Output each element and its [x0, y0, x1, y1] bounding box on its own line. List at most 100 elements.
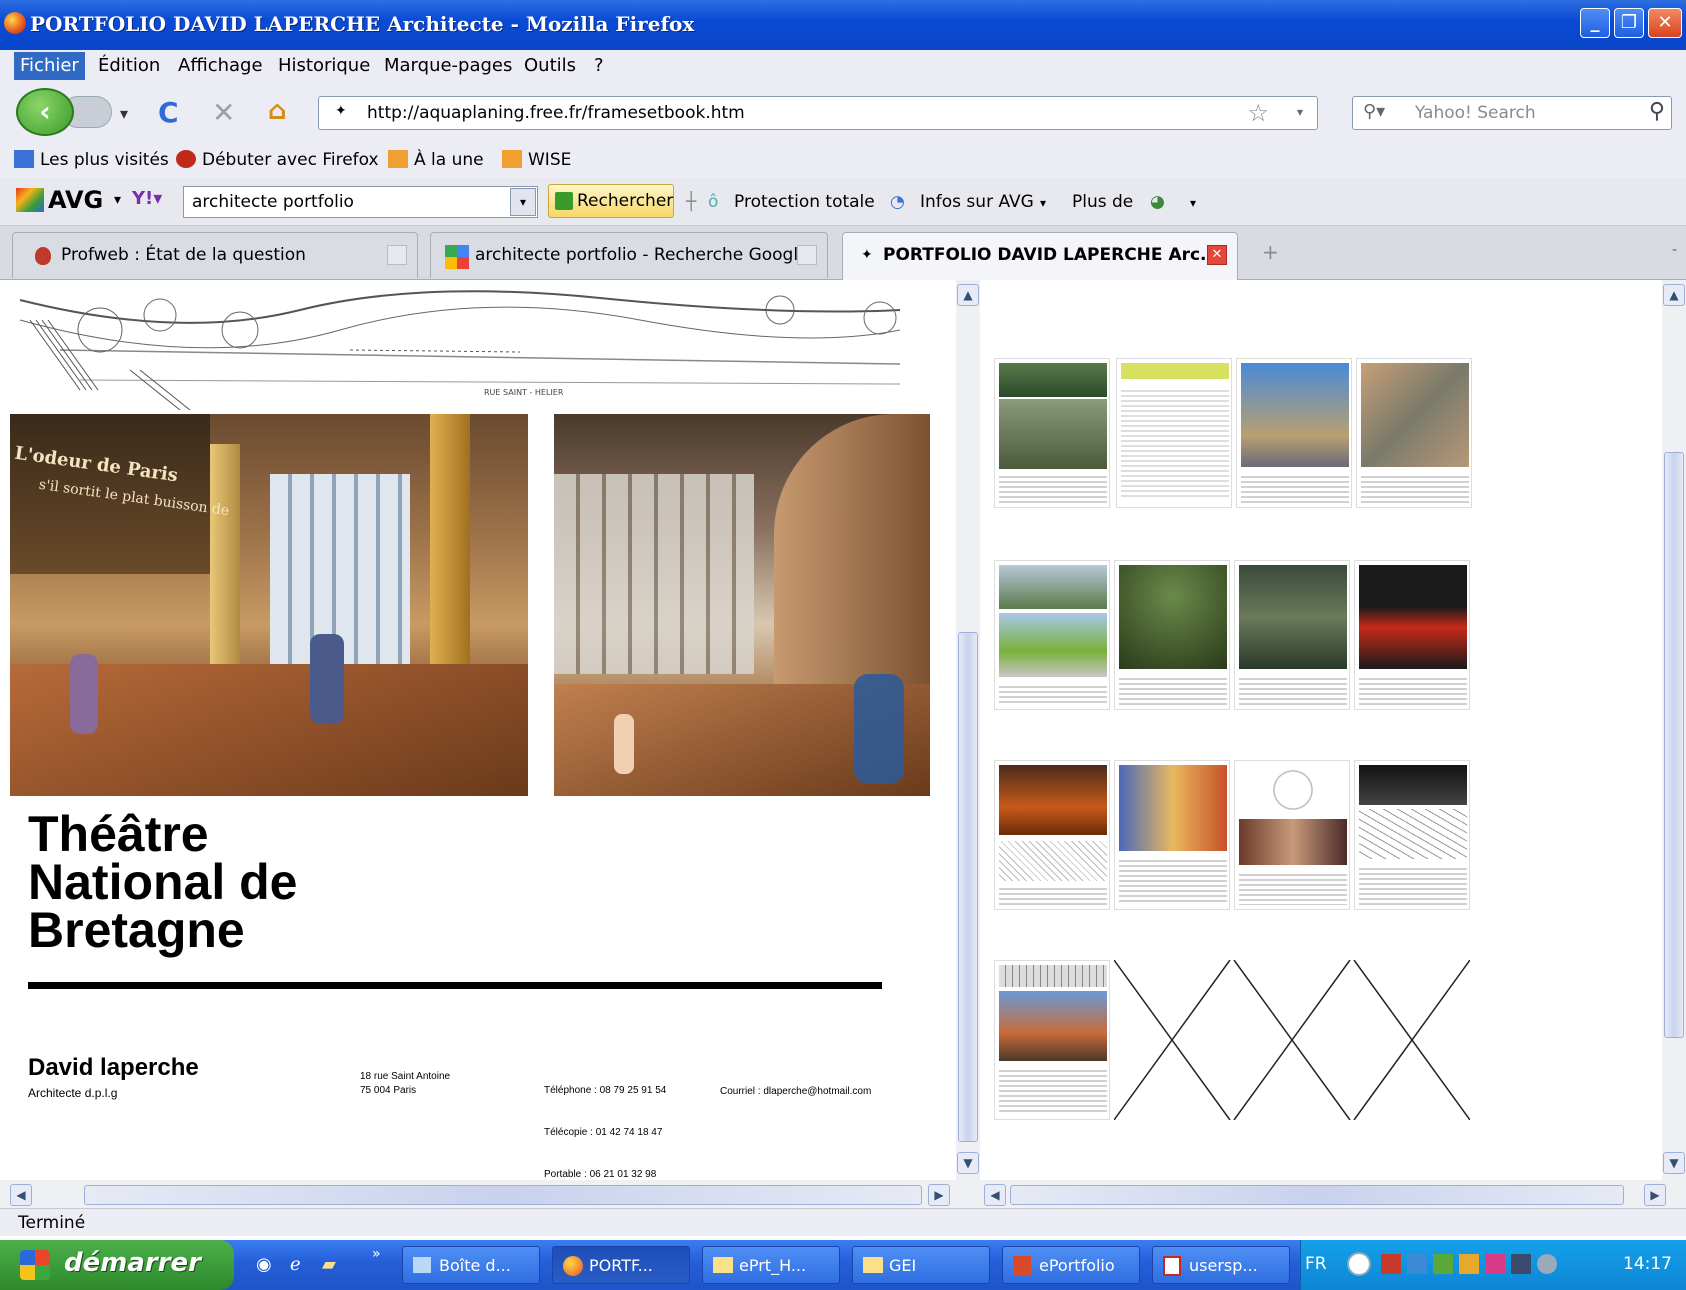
- tray-monitor-icon[interactable]: [1511, 1254, 1531, 1274]
- tab-close-icon[interactable]: [797, 245, 817, 265]
- menu-edition[interactable]: Édition: [98, 55, 160, 76]
- thumbnail-page[interactable]: [994, 358, 1110, 508]
- taskbar-item-eportfolio[interactable]: ePortfolio: [1002, 1246, 1140, 1284]
- infos-avg-button[interactable]: Infos sur AVG: [920, 192, 1034, 212]
- scroll-thumb[interactable]: [1664, 452, 1684, 1038]
- bookmark-wise[interactable]: WISE: [502, 150, 571, 170]
- tab-google-search[interactable]: architecte portfolio - Recherche Google: [430, 232, 828, 278]
- avg-menu-arrow-icon[interactable]: ▾: [114, 192, 121, 208]
- extra-dropdown-icon[interactable]: ▾: [1190, 196, 1196, 210]
- title-bar: PORTFOLIO DAVID LAPERCHE Architecte - Mo…: [0, 0, 1686, 50]
- hscroll-thumb[interactable]: [1010, 1185, 1624, 1205]
- thumbnail-page[interactable]: [994, 960, 1110, 1120]
- thumbnail-page[interactable]: [1354, 560, 1470, 710]
- taskbar-item-portfolio[interactable]: PORTF...: [552, 1246, 690, 1284]
- tab-close-icon[interactable]: [387, 245, 407, 265]
- scroll-right-icon[interactable]: ▶: [928, 1184, 950, 1206]
- tray-volume-icon[interactable]: [1433, 1254, 1453, 1274]
- thumbnail-page[interactable]: [1116, 358, 1232, 508]
- scroll-up-icon[interactable]: ▲: [1663, 284, 1685, 306]
- email[interactable]: Courriel : dlaperche@hotmail.com: [720, 1086, 871, 1097]
- protection-totale-button[interactable]: Protection totale: [734, 192, 875, 212]
- rechercher-button[interactable]: Rechercher: [548, 184, 674, 218]
- tray-arrow-icon[interactable]: [1347, 1252, 1371, 1276]
- thumbnail-page[interactable]: [1236, 358, 1352, 508]
- scroll-thumb[interactable]: [958, 632, 978, 1142]
- plus-de-button[interactable]: Plus de: [1072, 192, 1133, 212]
- search-engine-icon[interactable]: ⚲▾: [1363, 101, 1385, 122]
- right-frame-hscrollbar[interactable]: ◀ ▶: [980, 1180, 1686, 1210]
- tab-list-icon[interactable]: -: [1672, 242, 1677, 258]
- site-icon: ✦: [335, 103, 347, 119]
- maximize-button[interactable]: ❐: [1614, 8, 1644, 38]
- avg-logo[interactable]: AVG: [16, 186, 103, 214]
- scroll-down-icon[interactable]: ▼: [1663, 1152, 1685, 1174]
- infos-dropdown-icon[interactable]: ▾: [1040, 196, 1046, 210]
- history-dropdown-icon[interactable]: ▾: [120, 104, 128, 123]
- home-button[interactable]: ⌂: [268, 96, 287, 126]
- menu-marque-pages[interactable]: Marque-pages: [384, 55, 512, 76]
- scroll-left-icon[interactable]: ◀: [10, 1184, 32, 1206]
- menu-historique[interactable]: Historique: [278, 55, 370, 76]
- url-dropdown-icon[interactable]: ▾: [1297, 105, 1303, 119]
- start-button[interactable]: démarrer: [0, 1240, 234, 1290]
- bookmark-headlines[interactable]: À la une: [388, 150, 484, 170]
- left-frame-hscrollbar[interactable]: ◀ ▶: [0, 1180, 980, 1210]
- left-frame-vscrollbar[interactable]: ▲ ▼: [956, 280, 980, 1180]
- avg-search-input[interactable]: architecte portfolio: [183, 186, 538, 218]
- thumbnail-page[interactable]: [994, 760, 1110, 910]
- reload-button[interactable]: C: [158, 96, 179, 129]
- minimize-button[interactable]: _: [1580, 8, 1610, 38]
- search-go-icon[interactable]: ⚲: [1649, 99, 1665, 124]
- quicklaunch-ie-icon[interactable]: ℯ: [290, 1254, 301, 1275]
- tray-avg-icon[interactable]: [1459, 1254, 1479, 1274]
- avg-search-dropdown-icon[interactable]: ▾: [510, 188, 536, 216]
- avg-logo-icon: [16, 188, 44, 212]
- thumbnail-page[interactable]: [1234, 760, 1350, 910]
- menu-help[interactable]: ?: [594, 55, 604, 76]
- scroll-right-icon[interactable]: ▶: [1644, 1184, 1666, 1206]
- hscroll-thumb[interactable]: [84, 1185, 922, 1205]
- search-box[interactable]: ⚲▾ Yahoo! Search ⚲: [1352, 96, 1672, 130]
- tab-profweb[interactable]: Profweb : État de la question: [12, 232, 418, 278]
- tab-portfolio[interactable]: ✦ PORTFOLIO DAVID LAPERCHE Arc... ✕: [842, 232, 1238, 280]
- menu-outils[interactable]: Outils: [524, 55, 576, 76]
- bookmark-star-icon[interactable]: ☆: [1247, 99, 1269, 127]
- url-bar[interactable]: ✦ http://aquaplaning.free.fr/framesetboo…: [318, 96, 1318, 130]
- scroll-up-icon[interactable]: ▲: [957, 284, 979, 306]
- tray-network-icon[interactable]: [1407, 1254, 1427, 1274]
- tab-close-icon[interactable]: ✕: [1207, 245, 1227, 265]
- quicklaunch-browser-icon[interactable]: ◉: [256, 1254, 272, 1275]
- stop-button[interactable]: ✕: [212, 96, 235, 129]
- thumbnail-page[interactable]: [1356, 358, 1472, 508]
- pdf-icon: [1163, 1256, 1181, 1276]
- avg-extra-icon[interactable]: ◕: [1150, 192, 1165, 212]
- yahoo-icon[interactable]: Y!▾: [132, 188, 162, 209]
- taskbar-item-usersp[interactable]: usersp...: [1152, 1246, 1290, 1284]
- close-button[interactable]: ✕: [1648, 8, 1682, 38]
- thumbnail-page[interactable]: [1114, 760, 1230, 910]
- scroll-left-icon[interactable]: ◀: [984, 1184, 1006, 1206]
- menu-affichage[interactable]: Affichage: [178, 55, 263, 76]
- tray-security-icon[interactable]: [1381, 1254, 1401, 1274]
- right-frame-thumbnails: ▲ ▼: [980, 280, 1686, 1180]
- right-frame-vscrollbar[interactable]: ▲ ▼: [1662, 280, 1686, 1180]
- tray-app-icon[interactable]: [1485, 1254, 1505, 1274]
- scroll-down-icon[interactable]: ▼: [957, 1152, 979, 1174]
- taskbar-item-eprt[interactable]: ePrt_H...: [702, 1246, 840, 1284]
- quicklaunch-folder-icon[interactable]: ▰: [322, 1254, 336, 1275]
- thumbnail-page[interactable]: [994, 560, 1110, 710]
- back-button[interactable]: ‹: [16, 88, 74, 136]
- thumbnail-page[interactable]: [1234, 560, 1350, 710]
- menu-fichier[interactable]: Fichier: [14, 52, 85, 80]
- thumbnail-page[interactable]: [1354, 760, 1470, 910]
- quicklaunch-more-icon[interactable]: »: [372, 1246, 381, 1262]
- tray-update-icon[interactable]: [1537, 1254, 1557, 1274]
- bookmark-most-visited[interactable]: Les plus visités: [14, 150, 169, 170]
- bookmark-getting-started[interactable]: Débuter avec Firefox: [176, 150, 379, 170]
- taskbar-item-boite[interactable]: Boîte d...: [402, 1246, 540, 1284]
- taskbar-item-gei[interactable]: GEI: [852, 1246, 990, 1284]
- language-indicator[interactable]: FR: [1305, 1254, 1327, 1274]
- thumbnail-page[interactable]: [1114, 560, 1230, 710]
- new-tab-icon[interactable]: +: [1262, 240, 1279, 264]
